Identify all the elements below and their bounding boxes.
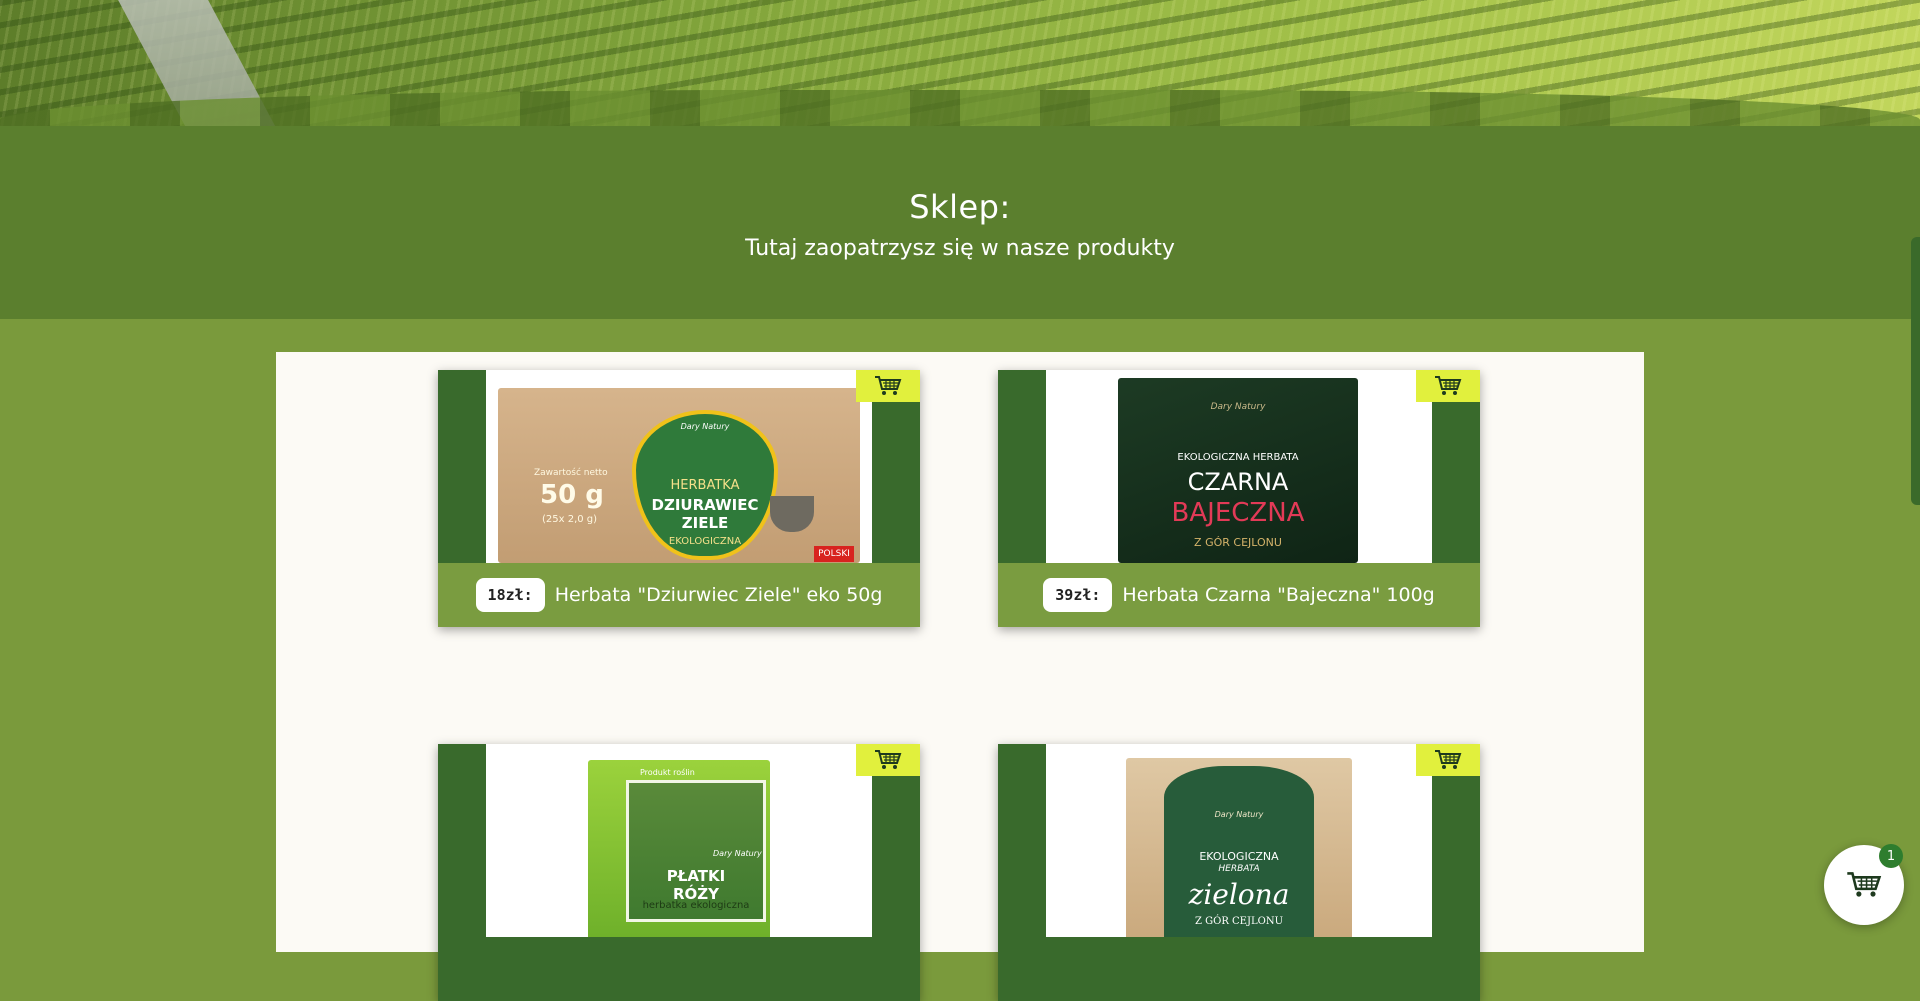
cart-icon bbox=[1435, 750, 1462, 769]
tea-package: Dary Natury EKOLOGICZNA HERBATA zielona … bbox=[1126, 758, 1352, 937]
product-image: Zawartość netto 50 g (25x 2,0 g) Dary Na… bbox=[486, 370, 872, 563]
package-line4: EKOLOGICZNA bbox=[668, 536, 742, 547]
product-card[interactable]: Dary Natury EKOLOGICZNA HERBATA zielona … bbox=[998, 744, 1480, 1001]
package-net-label: Zawartość netto bbox=[534, 468, 608, 478]
add-to-cart-button[interactable] bbox=[856, 744, 920, 776]
tea-cup bbox=[770, 496, 814, 532]
shop-header: Sklep: Tutaj zaopatrzysz się w nasze pro… bbox=[0, 126, 1920, 319]
page-subtitle: Tutaj zaopatrzysz się w nasze produkty bbox=[745, 236, 1175, 261]
package-brand: Dary Natury bbox=[680, 422, 730, 431]
cart-icon bbox=[875, 750, 902, 769]
package-line4: Z GÓR CEJLONU bbox=[1194, 536, 1282, 549]
add-to-cart-button[interactable] bbox=[1416, 370, 1480, 402]
product-caption: 18zł: Herbata "Dziurwiec Ziele" eko 50g bbox=[438, 563, 920, 627]
product-card[interactable]: Dary Natury EKOLOGICZNA HERBATA CZARNA B… bbox=[998, 370, 1480, 627]
price-badge: 18zł: bbox=[475, 578, 545, 612]
package-brand: Dary Natury bbox=[1214, 810, 1264, 819]
package-brand: Dary Natury bbox=[1210, 402, 1266, 412]
cart-icon bbox=[1847, 872, 1882, 897]
hero-banner bbox=[0, 0, 1920, 126]
package-line2: HERBATA bbox=[1218, 864, 1260, 874]
package-line3: BAJECZNA bbox=[1171, 498, 1305, 528]
product-image: Dary Natury EKOLOGICZNA HERBATA CZARNA B… bbox=[1046, 370, 1432, 563]
cart-icon bbox=[1435, 376, 1462, 395]
package-brand: Dary Natury bbox=[713, 849, 762, 858]
package-tag: Produkt roślin bbox=[640, 768, 695, 777]
tea-package: Dary Natury EKOLOGICZNA HERBATA CZARNA B… bbox=[1118, 378, 1358, 563]
package-line2: CZARNA bbox=[1187, 468, 1289, 496]
package-line2: DZIURAWIEC bbox=[651, 496, 759, 514]
package-label: Dary Natury EKOLOGICZNA HERBATA zielona … bbox=[1164, 766, 1314, 937]
page-title: Sklep: bbox=[909, 188, 1011, 226]
product-card[interactable]: Produkt roślin Dary Natury PŁATKI RÓŻY h… bbox=[438, 744, 920, 1001]
package-line3: zielona bbox=[1188, 878, 1290, 911]
tea-package: Zawartość netto 50 g (25x 2,0 g) Dary Na… bbox=[498, 388, 860, 563]
product-card[interactable]: Zawartość netto 50 g (25x 2,0 g) Dary Na… bbox=[438, 370, 920, 627]
package-line4: Z GÓR CEJLONU bbox=[1195, 916, 1283, 927]
cart-count-badge: 1 bbox=[1879, 844, 1903, 868]
package-line3: ZIELE bbox=[681, 514, 729, 532]
package-line1: EKOLOGICZNA bbox=[1199, 850, 1279, 863]
product-caption: 39zł: Herbata Czarna "Bajeczna" 100g bbox=[998, 563, 1480, 627]
add-to-cart-button[interactable] bbox=[1416, 744, 1480, 776]
cart-icon bbox=[875, 376, 902, 395]
product-name[interactable]: Herbata Czarna "Bajeczna" 100g bbox=[1122, 584, 1434, 606]
product-image: Produkt roślin Dary Natury PŁATKI RÓŻY h… bbox=[486, 744, 872, 937]
package-line1: EKOLOGICZNA HERBATA bbox=[1177, 452, 1299, 463]
package-label: Dary Natury HERBATKA DZIURAWIEC ZIELE EK… bbox=[632, 410, 778, 560]
package-weight: 50 g bbox=[540, 480, 604, 510]
product-grid: Zawartość netto 50 g (25x 2,0 g) Dary Na… bbox=[276, 352, 1644, 1001]
package-weight-note: (25x 2,0 g) bbox=[542, 514, 598, 525]
scrollbar[interactable] bbox=[1911, 237, 1920, 505]
price-badge: 39zł: bbox=[1043, 578, 1113, 612]
package-line1: PŁATKI bbox=[666, 867, 726, 885]
package-flag: POLSKI bbox=[814, 546, 854, 562]
product-image: Dary Natury EKOLOGICZNA HERBATA zielona … bbox=[1046, 744, 1432, 937]
product-name[interactable]: Herbata "Dziurwiec Ziele" eko 50g bbox=[555, 584, 883, 606]
package-line1: HERBATKA bbox=[670, 478, 740, 493]
hero-tea-rows bbox=[0, 90, 1920, 126]
package-line3: herbatka ekologiczna bbox=[642, 900, 750, 911]
add-to-cart-button[interactable] bbox=[856, 370, 920, 402]
tea-package: Produkt roślin Dary Natury PŁATKI RÓŻY h… bbox=[588, 760, 770, 937]
